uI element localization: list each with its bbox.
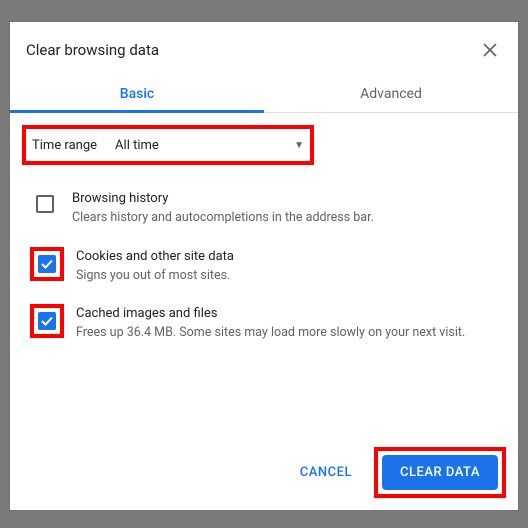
time-range-dropdown[interactable]: Time range All time ▼ [22, 125, 314, 165]
time-range-value: All time [115, 138, 294, 153]
chevron-down-icon: ▼ [294, 140, 304, 151]
dialog-header: Clear browsing data [10, 22, 518, 74]
clear-button-highlight: CLEAR DATA [374, 447, 506, 498]
checkbox-browsing-history[interactable] [36, 195, 54, 213]
option-title: Cookies and other site data [76, 249, 234, 264]
tab-advanced[interactable]: Advanced [264, 74, 518, 112]
option-browsing-history: Browsing history Clears history and auto… [22, 183, 506, 241]
dialog-content: Time range All time ▼ Browsing history C… [10, 113, 518, 435]
option-cookies: Cookies and other site data Signs you ou… [22, 241, 506, 299]
option-desc: Frees up 36.4 MB. Some sites may load mo… [76, 324, 465, 342]
checkmark-icon [41, 316, 53, 326]
checkbox-browsing-history-wrap [30, 189, 60, 219]
time-range-label: Time range [32, 138, 97, 153]
close-button[interactable] [478, 38, 502, 62]
option-text: Cached images and files Frees up 36.4 MB… [76, 304, 465, 342]
option-desc: Clears history and autocompletions in th… [72, 209, 374, 227]
cancel-button[interactable]: CANCEL [288, 457, 364, 488]
tab-basic[interactable]: Basic [10, 74, 264, 112]
option-text: Browsing history Clears history and auto… [72, 189, 374, 227]
checkbox-cached-wrap [30, 304, 64, 338]
checkbox-cookies[interactable] [38, 255, 56, 273]
close-icon [483, 43, 497, 57]
clear-browsing-data-dialog: Clear browsing data Basic Advanced Time … [10, 22, 518, 510]
checkbox-cached[interactable] [38, 312, 56, 330]
checkbox-cookies-wrap [30, 247, 64, 281]
option-desc: Signs you out of most sites. [76, 267, 234, 285]
option-cached: Cached images and files Frees up 36.4 MB… [22, 298, 506, 356]
clear-data-button[interactable]: CLEAR DATA [382, 455, 498, 490]
dialog-title: Clear browsing data [26, 41, 159, 59]
dialog-footer: CANCEL CLEAR DATA [10, 435, 518, 510]
checkmark-icon [41, 259, 53, 269]
option-title: Cached images and files [76, 306, 465, 321]
option-title: Browsing history [72, 191, 374, 206]
option-text: Cookies and other site data Signs you ou… [76, 247, 234, 285]
tabs: Basic Advanced [10, 74, 518, 113]
